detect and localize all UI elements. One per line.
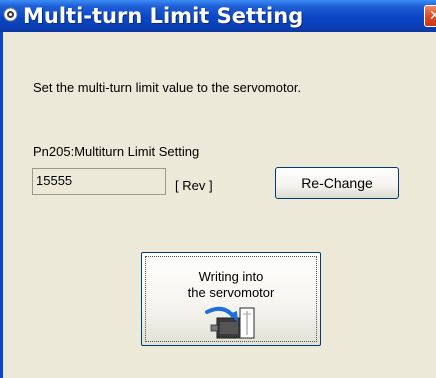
- servomotor-icon: [205, 306, 255, 339]
- unit-label: [ Rev ]: [175, 178, 213, 193]
- close-icon: ✕: [429, 8, 436, 24]
- write-button-label-line2: the servomotor: [187, 285, 275, 300]
- close-button[interactable]: ✕: [424, 5, 436, 27]
- dialog-window: Multi-turn Limit Setting ✕ Set the multi…: [0, 0, 436, 378]
- write-into-servomotor-button[interactable]: Writing into the servomotor: [141, 252, 321, 346]
- multiturn-limit-field: 15555: [32, 168, 166, 195]
- window-title: Multi-turn Limit Setting: [23, 4, 304, 28]
- description-text: Set the multi-turn limit value to the se…: [33, 80, 302, 95]
- title-bar[interactable]: Multi-turn Limit Setting ✕: [0, 0, 436, 32]
- app-icon: [3, 7, 18, 22]
- write-button-label-line1: Writing into: [198, 269, 264, 284]
- re-change-button[interactable]: Re-Change: [275, 167, 399, 199]
- parameter-label: Pn205:Multiturn Limit Setting: [33, 144, 200, 159]
- window-border: [0, 32, 3, 378]
